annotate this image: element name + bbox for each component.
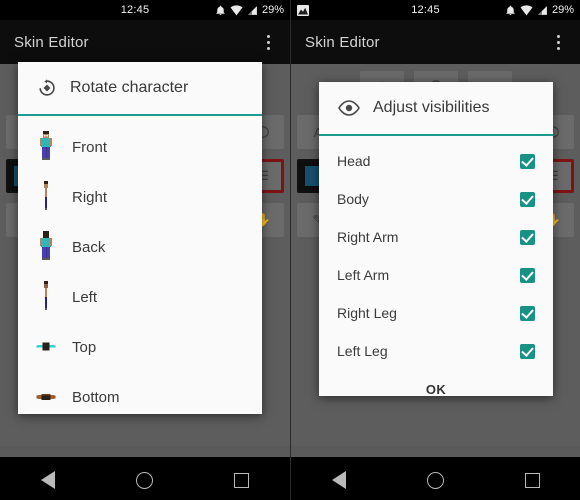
visibility-label: Left Leg [337,343,388,359]
visibility-label: Head [337,153,371,169]
home-circle-icon[interactable] [135,471,153,489]
visibility-checkbox[interactable] [520,191,535,207]
back-triangle-icon[interactable] [331,471,346,489]
wifi-icon [520,4,533,16]
character-right-icon [36,179,56,215]
visibility-row-left-leg[interactable]: Left Leg [319,332,553,370]
page-title: Skin Editor [14,33,89,51]
rotate-option-label: Back [72,238,106,256]
visibility-row-right-arm[interactable]: Right Arm [319,218,553,256]
battery-percentage: 29% [261,4,284,16]
rotate-character-icon [36,77,58,99]
visibility-options-list: Head Body Right Arm Left Arm Right Leg L… [319,136,553,396]
visibility-checkbox[interactable] [520,343,535,359]
visibility-checkbox[interactable] [520,305,535,321]
eye-icon [337,100,361,116]
rotate-option-front[interactable]: Front [18,122,262,172]
visibility-row-body[interactable]: Body [319,180,553,218]
wifi-icon [230,4,243,16]
phone-screen-rotate: 12:45 29% Skin Editor ☰ ✋ Rotate charact… [0,0,290,500]
recents-square-icon[interactable] [524,472,540,488]
dialog-header: Adjust visibilities [319,82,553,136]
status-bar-right-icons: 29% [494,4,574,16]
page-title: Skin Editor [305,33,380,51]
app-bar: Skin Editor [0,20,290,64]
battery-percentage: 29% [551,4,574,16]
visibility-label: Body [337,191,369,207]
rotate-option-label: Left [72,288,98,306]
bell-icon [215,5,226,16]
visibility-label: Right Leg [337,305,397,321]
visibility-checkbox[interactable] [520,267,535,283]
status-bar-left-icons [297,4,357,16]
dialog-header: Rotate character [18,62,262,116]
visibility-checkbox[interactable] [520,229,535,245]
signal-icon [247,5,258,16]
status-bar-right-icons: 29% [204,4,284,16]
dialog-title: Adjust visibilities [373,99,490,116]
character-back-icon [36,229,56,265]
screenshot-image-icon [297,4,309,16]
home-circle-icon[interactable] [426,471,444,489]
back-triangle-icon[interactable] [40,471,55,489]
character-bottom-icon [36,379,56,414]
visibility-row-head[interactable]: Head [319,142,553,180]
visibility-row-right-leg[interactable]: Right Leg [319,294,553,332]
rotate-options-list: Front Right Back Left Top Bottom [18,116,262,414]
rotate-option-label: Right [72,188,108,206]
recents-square-icon[interactable] [234,472,250,488]
rotate-option-label: Bottom [72,388,120,406]
rotate-option-label: Front [72,138,108,156]
android-nav-bar [0,460,290,500]
phone-screen-visibilities: 12:45 29% Skin Editor A ☰ ✎ ✋ Adjust vis… [290,0,580,500]
ok-button[interactable]: OK [319,370,553,396]
character-left-icon [36,279,56,315]
rotate-option-back[interactable]: Back [18,222,262,272]
signal-icon [537,5,548,16]
visibility-checkbox[interactable] [520,153,535,169]
overflow-menu-icon[interactable] [550,31,566,53]
rotate-option-left[interactable]: Left [18,272,262,322]
rotate-character-dialog: Rotate character Front Right Back Left T… [18,62,262,414]
rotate-option-label: Top [72,338,97,356]
visibility-label: Right Arm [337,229,399,245]
status-bar: 12:45 29% [0,0,290,20]
dialog-title: Rotate character [70,79,189,96]
visibility-row-left-arm[interactable]: Left Arm [319,256,553,294]
character-top-icon [36,329,56,365]
adjust-visibilities-dialog: Adjust visibilities Head Body Right Arm … [319,82,553,396]
overflow-menu-icon[interactable] [260,31,276,53]
rotate-option-bottom[interactable]: Bottom [18,372,262,414]
rotate-option-top[interactable]: Top [18,322,262,372]
status-bar: 12:45 29% [291,0,580,20]
screenshot-root: 12:45 29% Skin Editor ☰ ✋ Rotate charact… [0,0,580,500]
bell-icon [505,5,516,16]
android-nav-bar [291,460,580,500]
app-bar: Skin Editor [291,20,580,64]
status-bar-clock: 12:45 [411,4,440,16]
status-bar-clock: 12:45 [120,4,150,16]
character-front-icon [36,129,56,165]
rotate-option-right[interactable]: Right [18,172,262,222]
visibility-label: Left Arm [337,267,390,283]
